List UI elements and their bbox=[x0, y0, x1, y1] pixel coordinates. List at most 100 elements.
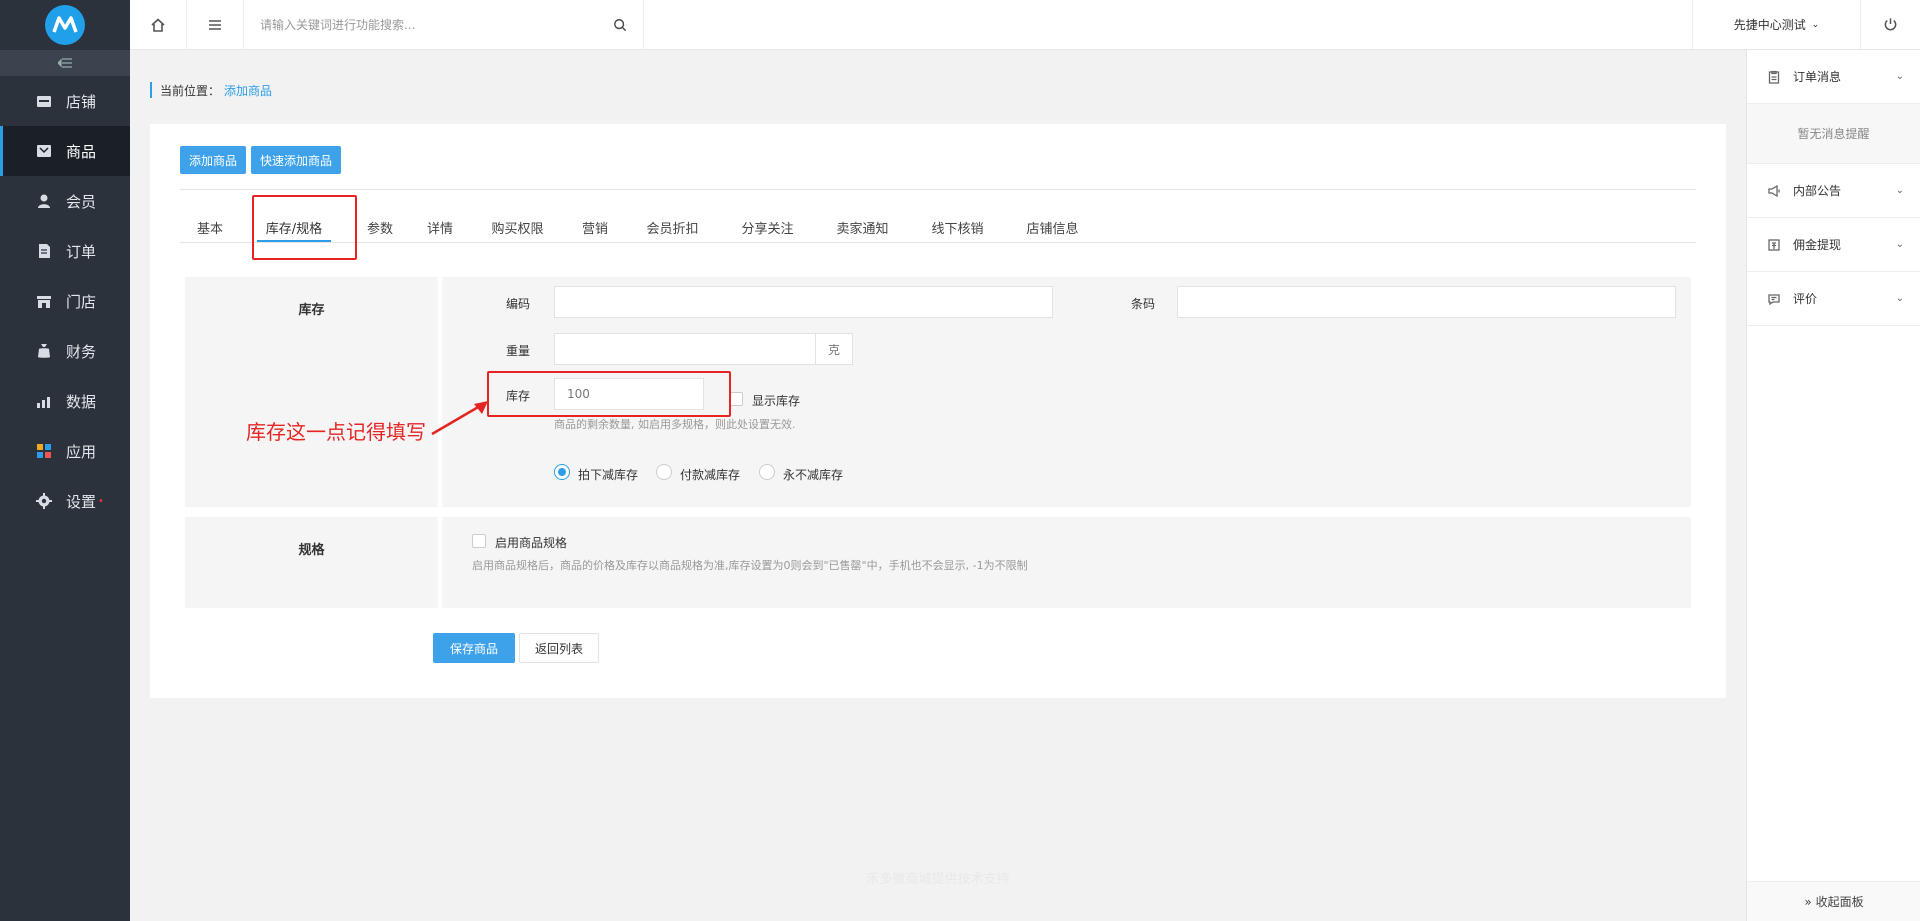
stock-label: 库存 bbox=[506, 389, 531, 403]
member-icon bbox=[36, 193, 52, 209]
finance-icon bbox=[36, 343, 52, 359]
data-icon bbox=[36, 393, 52, 409]
spec-section: 规格 启用商品规格 启用商品规格后，商品的价格及库存以商品规格为准,库存设置为0… bbox=[185, 517, 1691, 608]
tab-5[interactable]: 营销 bbox=[565, 212, 625, 242]
tab-6[interactable]: 会员折扣 bbox=[625, 212, 720, 242]
chevron-down-icon: ⌄ bbox=[1895, 185, 1904, 196]
sidebar-item-label: 设置 bbox=[66, 492, 97, 511]
enable-spec-label: 启用商品规格 bbox=[495, 536, 568, 550]
sidebar-item-label: 应用 bbox=[66, 442, 97, 461]
spec-section-title: 规格 bbox=[185, 517, 442, 608]
divider bbox=[180, 189, 1696, 190]
stock-section-title: 库存 bbox=[185, 277, 442, 507]
spec-hint: 启用商品规格后，商品的价格及库存以商品规格为准,库存设置为0则会到"已售罄"中，… bbox=[472, 559, 1028, 572]
rp-label: 订单消息 bbox=[1793, 70, 1842, 84]
divider bbox=[180, 242, 1696, 243]
shop-switch-dropdown[interactable]: 先捷中心测试 ⌄ bbox=[1692, 0, 1860, 49]
sidebar-item-shop[interactable]: 门店 bbox=[0, 276, 130, 326]
notification-dot: • bbox=[98, 495, 104, 507]
store-icon bbox=[36, 93, 52, 109]
home-icon bbox=[151, 18, 165, 32]
code-label: 编码 bbox=[506, 297, 531, 311]
enable-spec-checkbox[interactable] bbox=[472, 534, 486, 548]
sidebar-item-order[interactable]: 订单 bbox=[0, 226, 130, 276]
tab-10[interactable]: 店铺信息 bbox=[1005, 212, 1100, 242]
weight-input[interactable] bbox=[554, 333, 816, 365]
chevron-down-icon: ⌄ bbox=[1895, 293, 1904, 304]
settings-icon bbox=[36, 493, 52, 509]
menu-button[interactable] bbox=[187, 0, 244, 50]
tab-2[interactable]: 参数 bbox=[350, 212, 410, 242]
barcode-input[interactable] bbox=[1177, 286, 1676, 318]
never-reduce-label: 永不减库存 bbox=[783, 468, 844, 482]
never-reduce-radio[interactable] bbox=[759, 464, 775, 480]
sidebar-item-goods[interactable]: 商品 bbox=[0, 126, 130, 176]
rp-order-messages[interactable]: 订单消息 ⌄ bbox=[1747, 50, 1920, 104]
sidebar: 店铺 商品 会员 订单门店财务数据应用设置 • bbox=[0, 0, 130, 921]
tab-3[interactable]: 详情 bbox=[410, 212, 470, 242]
arrow-icon bbox=[431, 401, 488, 436]
rp-commission[interactable]: 佣金提现 ⌄ bbox=[1747, 218, 1920, 272]
tab-7[interactable]: 分享关注 bbox=[720, 212, 815, 242]
stock-hint: 商品的剩余数量, 如启用多规格，则此处设置无效. bbox=[554, 418, 796, 431]
footer-text: 禾多微商城提供技术支持 bbox=[866, 872, 1010, 887]
show-stock-checkbox[interactable] bbox=[729, 392, 743, 406]
sidebar-item-label: 门店 bbox=[66, 292, 97, 311]
rp-reviews[interactable]: 评价 ⌄ bbox=[1747, 272, 1920, 326]
wallet-icon bbox=[1767, 238, 1781, 252]
tab-0[interactable]: 基本 bbox=[180, 212, 240, 242]
barcode-label: 条码 bbox=[1131, 297, 1156, 311]
sidebar-item-label: 财务 bbox=[66, 342, 97, 361]
apps-icon bbox=[36, 443, 52, 459]
weight-unit: 克 bbox=[815, 333, 853, 365]
annotation-text: 库存这一点记得填写 bbox=[246, 420, 426, 444]
tab-4[interactable]: 购买权限 bbox=[470, 212, 565, 242]
back-to-list-button[interactable]: 返回列表 bbox=[519, 633, 599, 663]
right-panel: 订单消息 ⌄ 暂无消息提醒 内部公告 ⌄ 佣金提现 ⌄ 评价 ⌄ » 收起面板 bbox=[1746, 50, 1920, 921]
reduce-on-pay-label: 付款减库存 bbox=[680, 468, 741, 482]
sidebar-item-apps[interactable]: 应用 bbox=[0, 426, 130, 476]
power-icon bbox=[1884, 18, 1897, 31]
add-goods-button[interactable]: 添加商品 bbox=[180, 146, 247, 174]
search-icon[interactable] bbox=[613, 18, 627, 32]
sidebar-item-member[interactable]: 会员 bbox=[0, 176, 130, 226]
topbar: 先捷中心测试 ⌄ bbox=[130, 0, 1920, 50]
sidebar-item-settings[interactable]: 设置 • bbox=[0, 476, 130, 526]
quick-add-goods-button[interactable]: 快速添加商品 bbox=[251, 146, 342, 174]
shop-switch-label: 先捷中心测试 bbox=[1733, 18, 1806, 32]
sidebar-collapse-toggle[interactable] bbox=[0, 50, 130, 76]
chevron-down-icon: ⌄ bbox=[1811, 19, 1820, 30]
stock-input[interactable]: 100 bbox=[554, 378, 704, 410]
logout-button[interactable] bbox=[1860, 0, 1920, 49]
search-input[interactable] bbox=[260, 18, 580, 32]
weight-label: 重量 bbox=[506, 344, 531, 358]
sidebar-item-finance[interactable]: 财务 bbox=[0, 326, 130, 376]
show-stock-label: 显示库存 bbox=[752, 394, 801, 408]
reduce-on-order-radio[interactable] bbox=[554, 464, 570, 480]
tab-8[interactable]: 卖家通知 bbox=[815, 212, 910, 242]
sidebar-item-store[interactable]: 店铺 bbox=[0, 76, 130, 126]
rp-internal-notice[interactable]: 内部公告 ⌄ bbox=[1747, 164, 1920, 218]
code-input[interactable] bbox=[554, 286, 1053, 318]
stock-section: 库存 编码 条码 重量 克 库存 100 显示库存 商品的剩余数量, 如启用多规… bbox=[185, 277, 1691, 507]
tab-9[interactable]: 线下核销 bbox=[910, 212, 1005, 242]
tab-1[interactable]: 库存/规格 bbox=[257, 212, 331, 242]
hamburger-icon bbox=[209, 20, 221, 30]
home-button[interactable] bbox=[130, 0, 187, 50]
rp-label: 内部公告 bbox=[1793, 184, 1842, 198]
main-card: 添加商品 快速添加商品 基本 库存/规格 参数 详情 购买权限 营销 会员折扣 分享关注 卖家通… bbox=[150, 124, 1726, 698]
sidebar-item-data[interactable]: 数据 bbox=[0, 376, 130, 426]
spec-section-body: 启用商品规格 启用商品规格后，商品的价格及库存以商品规格为准,库存设置为0则会到… bbox=[446, 517, 1691, 608]
rp-label: 评价 bbox=[1793, 292, 1818, 306]
collapse-panel-button[interactable]: » 收起面板 bbox=[1747, 881, 1920, 921]
rp-empty-notice: 暂无消息提醒 bbox=[1747, 104, 1920, 164]
reduce-on-order-label: 拍下减库存 bbox=[578, 468, 639, 482]
collapse-menu-icon bbox=[58, 58, 72, 68]
rp-label: 佣金提现 bbox=[1793, 238, 1842, 252]
save-goods-button[interactable]: 保存商品 bbox=[433, 633, 515, 663]
chevron-down-icon: ⌄ bbox=[1895, 239, 1904, 250]
breadcrumb-current[interactable]: 添加商品 bbox=[224, 82, 272, 99]
chevron-down-icon: ⌄ bbox=[1895, 71, 1904, 82]
reduce-on-pay-radio[interactable] bbox=[656, 464, 672, 480]
logo-icon bbox=[45, 5, 85, 45]
